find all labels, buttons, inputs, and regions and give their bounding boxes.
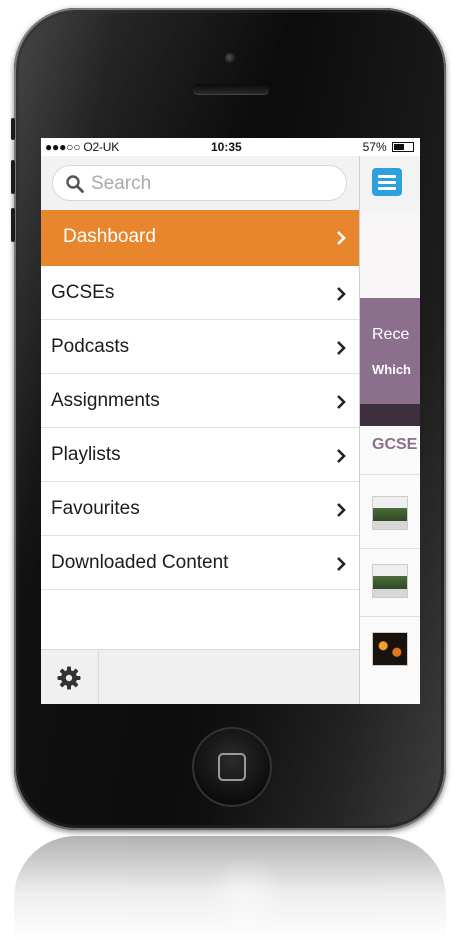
home-button-reflection [206,856,286,936]
chevron-right-icon [337,503,346,517]
chevron-right-icon [337,449,346,463]
volume-up-button [11,160,15,194]
chevron-right-icon [337,557,346,571]
section-label: GCSE [372,436,418,453]
chevron-right-icon [337,287,346,301]
battery-icon [392,142,414,152]
search-bar [41,156,359,210]
recent-title: Rece [372,326,410,343]
status-bar: ●●●○○ O2-UK 10:35 57% [41,138,420,156]
side-menu: Dashboard GCSEs Podcasts Assignments Pla… [41,156,360,704]
recent-panel[interactable]: Rece Which [360,298,420,404]
menu-item-label: Downloaded Content [51,552,229,573]
menu-item-downloaded-content[interactable]: Downloaded Content [41,536,359,590]
menu-item-label: Assignments [51,390,160,411]
volume-down-button [11,208,15,242]
divider [360,474,420,475]
search-icon [66,175,84,193]
silent-switch [11,118,15,140]
menu-item-favourites[interactable]: Favourites [41,482,359,536]
phone-reflection [14,836,446,940]
content-thumbnail[interactable] [372,564,408,598]
earpiece-speaker [193,84,269,94]
app-banner [360,210,420,298]
battery-percent: 57% [362,140,387,154]
search-box[interactable] [52,165,347,201]
settings-button[interactable] [41,650,99,704]
menu-item-label: Podcasts [51,336,130,357]
menu-item-gcses[interactable]: GCSEs [41,266,359,320]
menu-item-assignments[interactable]: Assignments [41,374,359,428]
recent-panel-strip [360,404,420,426]
gear-icon [57,666,81,690]
chevron-right-icon [337,341,346,355]
menu-item-dashboard[interactable]: Dashboard [41,210,359,266]
menu-item-label: Dashboard [63,226,156,247]
menu-list: Dashboard GCSEs Podcasts Assignments Pla… [41,210,359,590]
divider [360,548,420,549]
front-camera [225,53,236,64]
menu-item-label: Favourites [51,498,140,519]
content-thumbnail[interactable] [372,632,408,666]
home-button[interactable] [192,727,272,807]
menu-footer [41,649,359,704]
divider [360,616,420,617]
home-square-icon [218,753,246,781]
menu-item-podcasts[interactable]: Podcasts [41,320,359,374]
carrier-label: ●●●○○ O2-UK [45,140,120,154]
content-thumbnail[interactable] [372,496,408,530]
battery-indicator: 57% [363,140,414,154]
search-input[interactable] [89,170,333,198]
menu-item-label: GCSEs [51,282,115,303]
recent-subtitle: Which [372,362,411,377]
clock: 10:35 [211,140,242,154]
chevron-right-icon [337,395,346,409]
menu-item-playlists[interactable]: Playlists [41,428,359,482]
menu-item-label: Playlists [51,444,121,465]
hamburger-menu-button[interactable] [372,168,402,196]
app-nav-bar [360,156,420,211]
phone-screen: ●●●○○ O2-UK 10:35 57% Dashboard GCSEs [41,138,420,704]
background-app-view: Rece Which GCSE [360,156,420,704]
chevron-right-icon [337,231,346,245]
